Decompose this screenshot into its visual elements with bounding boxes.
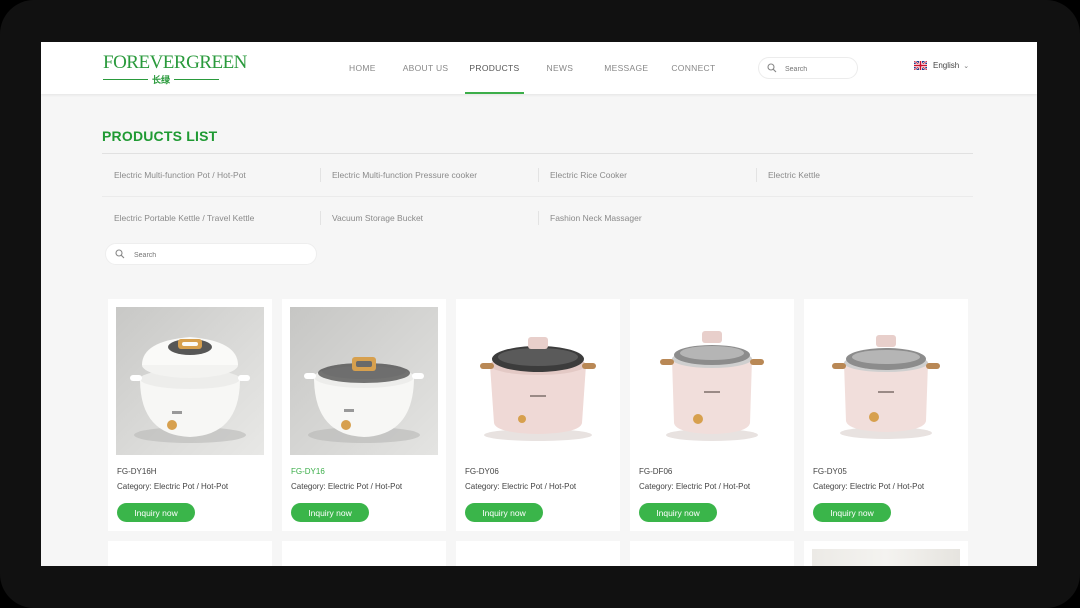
- product-image[interactable]: [812, 307, 960, 455]
- product-model[interactable]: FG-DY16H: [117, 467, 157, 476]
- nav-news[interactable]: NEWS: [547, 42, 574, 94]
- nav-connect[interactable]: CONNECT: [671, 42, 715, 94]
- product-category: Category: Electric Pot / Hot-Pot: [813, 482, 925, 491]
- language-label: English: [933, 61, 960, 70]
- category-electric-kettle[interactable]: Electric Kettle: [756, 154, 820, 196]
- brand-logo[interactable]: FOREVERGREEN 长绿: [103, 50, 247, 85]
- electric-pot-image: [638, 307, 786, 455]
- inquiry-now-button[interactable]: Inquiry now: [465, 503, 543, 522]
- browser-viewport: FOREVERGREEN 长绿 HOME ABOUT US PRODUCTS N…: [41, 42, 1037, 566]
- product-card[interactable]: FG-DY05 Category: Electric Pot / Hot-Pot…: [804, 299, 968, 531]
- search-icon: [767, 63, 777, 73]
- product-category: Category: Electric Pot / Hot-Pot: [117, 482, 229, 491]
- product-search-input[interactable]: [132, 247, 306, 263]
- site-header: FOREVERGREEN 长绿 HOME ABOUT US PRODUCTS N…: [41, 42, 1037, 94]
- inquiry-now-button[interactable]: Inquiry now: [813, 503, 891, 522]
- product-card[interactable]: [108, 541, 272, 566]
- product-card[interactable]: [804, 541, 968, 566]
- product-image[interactable]: [812, 549, 960, 566]
- category-rice-cooker[interactable]: Electric Rice Cooker: [538, 154, 627, 196]
- header-search[interactable]: [758, 57, 858, 79]
- language-selector[interactable]: English ⌄: [914, 61, 969, 70]
- category-pressure-cooker[interactable]: Electric Multi-function Pressure cooker: [320, 154, 477, 196]
- product-category: Category: Electric Pot / Hot-Pot: [465, 482, 577, 491]
- category-travel-kettle[interactable]: Electric Portable Kettle / Travel Kettle: [102, 197, 254, 239]
- product-image[interactable]: [116, 307, 264, 455]
- category-list: Electric Multi-function Pot / Hot-Pot El…: [102, 154, 973, 239]
- product-image[interactable]: [290, 307, 438, 455]
- inquiry-now-button[interactable]: Inquiry now: [639, 503, 717, 522]
- nav-products[interactable]: PRODUCTS: [465, 42, 524, 94]
- product-model[interactable]: FG-DY05: [813, 467, 847, 476]
- product-card[interactable]: [456, 541, 620, 566]
- hot-pot-image: [116, 307, 264, 455]
- hot-pot-image: [290, 307, 438, 455]
- product-card[interactable]: [630, 541, 794, 566]
- header-search-input[interactable]: [783, 61, 855, 77]
- logo-rule-right: [174, 78, 220, 80]
- device-frame: FOREVERGREEN 长绿 HOME ABOUT US PRODUCTS N…: [0, 0, 1080, 608]
- product-model[interactable]: FG-DY16: [291, 467, 325, 476]
- product-image[interactable]: [638, 307, 786, 455]
- brand-name-cn: 长绿: [152, 74, 171, 85]
- main-nav: HOME ABOUT US PRODUCTS NEWS MESSAGE CONN…: [341, 42, 716, 94]
- search-icon: [115, 249, 125, 259]
- product-category: Category: Electric Pot / Hot-Pot: [291, 482, 403, 491]
- product-card[interactable]: FG-DY16H Category: Electric Pot / Hot-Po…: [108, 299, 272, 531]
- chevron-down-icon: ⌄: [963, 62, 970, 70]
- category-row: Electric Multi-function Pot / Hot-Pot El…: [102, 154, 973, 197]
- product-search[interactable]: [105, 243, 317, 265]
- product-card[interactable]: FG-DY06 Category: Electric Pot / Hot-Pot…: [456, 299, 620, 531]
- page-title: PRODUCTS LIST: [102, 128, 218, 144]
- product-model[interactable]: FG-DF06: [639, 467, 672, 476]
- product-card[interactable]: FG-DY16 Category: Electric Pot / Hot-Pot…: [282, 299, 446, 531]
- product-card[interactable]: [282, 541, 446, 566]
- brand-subline: 长绿: [103, 74, 220, 85]
- inquiry-now-button[interactable]: Inquiry now: [117, 503, 195, 522]
- electric-pot-image: [812, 307, 960, 455]
- category-neck-massager[interactable]: Fashion Neck Massager: [538, 197, 642, 239]
- inquiry-now-button[interactable]: Inquiry now: [291, 503, 369, 522]
- product-category: Category: Electric Pot / Hot-Pot: [639, 482, 751, 491]
- product-image[interactable]: [464, 307, 612, 455]
- category-vacuum-storage-bucket[interactable]: Vacuum Storage Bucket: [320, 197, 423, 239]
- logo-rule-left: [103, 78, 148, 80]
- product-card[interactable]: FG-DF06 Category: Electric Pot / Hot-Pot…: [630, 299, 794, 531]
- category-row: Electric Portable Kettle / Travel Kettle…: [102, 197, 973, 239]
- electric-pot-image: [464, 307, 612, 455]
- category-electric-multi-function-pot[interactable]: Electric Multi-function Pot / Hot-Pot: [102, 154, 246, 196]
- nav-about-us[interactable]: ABOUT US: [403, 42, 449, 94]
- nav-message[interactable]: MESSAGE: [604, 42, 648, 94]
- uk-flag-icon: [914, 61, 927, 70]
- product-model[interactable]: FG-DY06: [465, 467, 499, 476]
- nav-home[interactable]: HOME: [349, 42, 376, 94]
- brand-name: FOREVERGREEN: [103, 52, 247, 73]
